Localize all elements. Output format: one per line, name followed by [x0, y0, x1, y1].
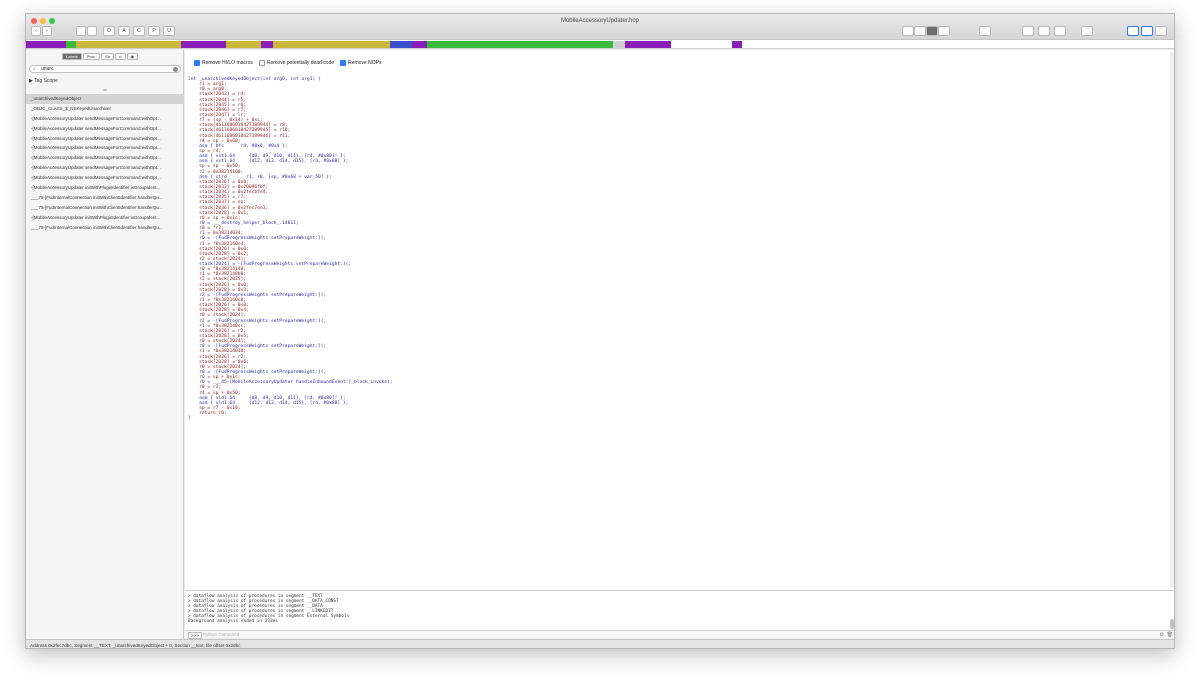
asm-view-icon[interactable]: [902, 26, 914, 36]
checkbox-checked-icon: [340, 60, 347, 66]
tab-labels[interactable]: Labels: [62, 53, 82, 60]
list-item[interactable]: ___78-[FudInternalConnection initWithCli…: [26, 223, 184, 233]
nav-segment: [613, 41, 625, 48]
list-item[interactable]: -[MobileAccessoryUpdater sendMessageForC…: [26, 143, 184, 153]
bottom-panel-toggle-icon[interactable]: [1141, 26, 1153, 36]
search-icon: ⌕: [33, 66, 36, 72]
mode-button-d[interactable]: D: [103, 26, 115, 36]
symbol-search-input[interactable]: ⌕ unarc: [29, 65, 181, 73]
segment-navigation-bar[interactable]: [26, 40, 1174, 49]
settings-icon[interactable]: ⚙: [1160, 632, 1164, 638]
remove-nops-checkbox[interactable]: Remove NOPs: [340, 60, 381, 66]
tab-procedures[interactable]: Proc.: [82, 53, 101, 60]
list-item[interactable]: ___78-[FudInternalConnection initWithCli…: [26, 203, 184, 213]
console-line: Background analysis ended in 333ms: [188, 619, 278, 624]
history-forward-button[interactable]: [87, 26, 97, 36]
list-item[interactable]: -[MobileAccessoryUpdater sendMessageForC…: [26, 153, 184, 163]
nav-segment: [390, 41, 412, 48]
nav-segment: [181, 41, 226, 48]
tag-scope-disclosure[interactable]: ▶ Tag Scope: [29, 78, 58, 84]
mode-button-label: U: [167, 28, 171, 34]
tab-tags[interactable]: ◉: [126, 53, 138, 60]
mode-button-p[interactable]: P: [148, 26, 160, 36]
code-line[interactable]: }: [188, 416, 393, 421]
list-item[interactable]: -[MobileAccessoryUpdater sendMessageForC…: [26, 124, 184, 134]
pseudocode-view-icon[interactable]: [926, 26, 938, 36]
nav-segment: [412, 41, 427, 48]
mode-button-label: C: [137, 28, 141, 34]
toggle-panel-3-icon[interactable]: [1054, 26, 1066, 36]
symbol-list: _unarchivedKeyedObject _OBJC_CLASS_$_NSK…: [26, 94, 184, 232]
command-row: >>> Python Command ⚙ 🗑: [185, 630, 1174, 639]
remove-dead-code-label: Remove potentially dead code: [266, 60, 335, 66]
console-output: > dataflow analysis of procedures in seg…: [188, 594, 349, 624]
nav-segment: [226, 41, 261, 48]
hex-view-icon[interactable]: [938, 26, 950, 36]
gear-icon[interactable]: [979, 26, 991, 36]
forward-button[interactable]: ›: [42, 26, 52, 36]
search-value: unarc: [41, 66, 54, 72]
list-item[interactable]: -[MobileAccessoryUpdater initWithPluginI…: [26, 183, 184, 193]
list-item[interactable]: -[MobileAccessoryUpdater sendMessageForC…: [26, 134, 184, 144]
nav-segment: [273, 41, 390, 48]
checkbox-checked-icon: [194, 60, 200, 66]
window-title: MobileAccessoryUpdater.hop: [560, 18, 640, 24]
history-back-button[interactable]: [76, 26, 86, 36]
nav-segment: [732, 41, 742, 48]
list-item[interactable]: -[MobileAccessoryUpdater initWithPluginI…: [26, 213, 184, 223]
remove-hilo-checkbox[interactable]: Remove HI/LO macros: [194, 60, 253, 66]
python-command-input[interactable]: Python Command: [203, 632, 1153, 638]
checkbox-unchecked-icon: [258, 60, 265, 66]
toggle-panel-2-icon[interactable]: [1038, 26, 1050, 36]
remove-dead-code-checkbox[interactable]: Remove potentially dead code: [258, 60, 335, 66]
remove-nops-label: Remove NOPs: [348, 60, 382, 66]
app-window: MobileAccessoryUpdater.hop ‹ › D A C P U: [25, 13, 1175, 649]
list-item[interactable]: _OBJC_CLASS_$_NSKeyedUnarchiver: [26, 104, 184, 114]
mode-button-label: P: [152, 28, 156, 34]
list-item[interactable]: ___78-[FudInternalConnection initWithCli…: [26, 193, 184, 203]
back-button[interactable]: ‹: [31, 26, 41, 36]
list-item[interactable]: -[MobileAccessoryUpdater sendMessageForC…: [26, 163, 184, 173]
tag-scope-label: Tag Scope: [34, 78, 58, 84]
sidebar-tabs: Labels Proc. Str n ◉: [62, 53, 139, 60]
status-bar: Address 0x2fec7dbc, Segment __TEXT, _una…: [26, 639, 1174, 648]
nav-segment: [26, 41, 66, 48]
clear-search-icon[interactable]: [173, 67, 178, 72]
cfg-view-icon[interactable]: [914, 26, 926, 36]
mode-button-a[interactable]: A: [118, 26, 130, 36]
right-sidebar-toggle-icon[interactable]: [1155, 26, 1167, 36]
console-scrollbar[interactable]: [1170, 619, 1174, 629]
pseudocode-text[interactable]: int _unarchivedKeyedObject(int arg0, int…: [188, 77, 393, 421]
titlebar: MobileAccessoryUpdater.hop ‹ › D A C P U: [26, 14, 1174, 40]
nav-segment: [625, 41, 671, 48]
trash-icon[interactable]: 🗑: [1167, 632, 1173, 638]
pseudocode-options: Remove HI/LO macros Remove potentially d…: [194, 60, 387, 66]
mode-button-label: D: [107, 28, 111, 34]
remove-hilo-label: Remove HI/LO macros: [202, 60, 253, 66]
disclosure-triangle-icon: ▶: [29, 78, 33, 84]
nav-segment: [427, 41, 613, 48]
pseudocode-pane[interactable]: Remove HI/LO macros Remove potentially d…: [185, 50, 1174, 590]
list-item[interactable]: _unarchivedKeyedObject: [26, 94, 184, 104]
list-item[interactable]: -[MobileAccessoryUpdater sendMessageForC…: [26, 173, 184, 183]
list-item[interactable]: -[MobileAccessoryUpdater sendMessageForC…: [26, 114, 184, 124]
mode-button-u[interactable]: U: [163, 26, 175, 36]
nav-segment: [66, 41, 76, 48]
toggle-panel-4-icon[interactable]: [1081, 26, 1093, 36]
splitter-handle[interactable]: [103, 89, 107, 91]
sidebar: Labels Proc. Str n ◉ ⌕ unarc ▶ Tag Scope…: [26, 50, 184, 639]
vertical-scrollbar[interactable]: [1170, 52, 1174, 588]
tab-n[interactable]: n: [115, 53, 126, 60]
mode-button-c[interactable]: C: [133, 26, 145, 36]
nav-segment: [261, 41, 273, 48]
code-lines: r1 = arg1; r0 = arg0; stack[2043] = r4; …: [188, 82, 393, 421]
toggle-panel-1-icon[interactable]: [1022, 26, 1034, 36]
console-pane: > dataflow analysis of procedures in seg…: [185, 590, 1174, 639]
tab-strings[interactable]: Str: [101, 53, 115, 60]
command-mode-button[interactable]: >>>: [188, 632, 202, 639]
mode-button-label: A: [122, 28, 126, 34]
left-sidebar-toggle-icon[interactable]: [1127, 26, 1139, 36]
nav-segment: [76, 41, 181, 48]
